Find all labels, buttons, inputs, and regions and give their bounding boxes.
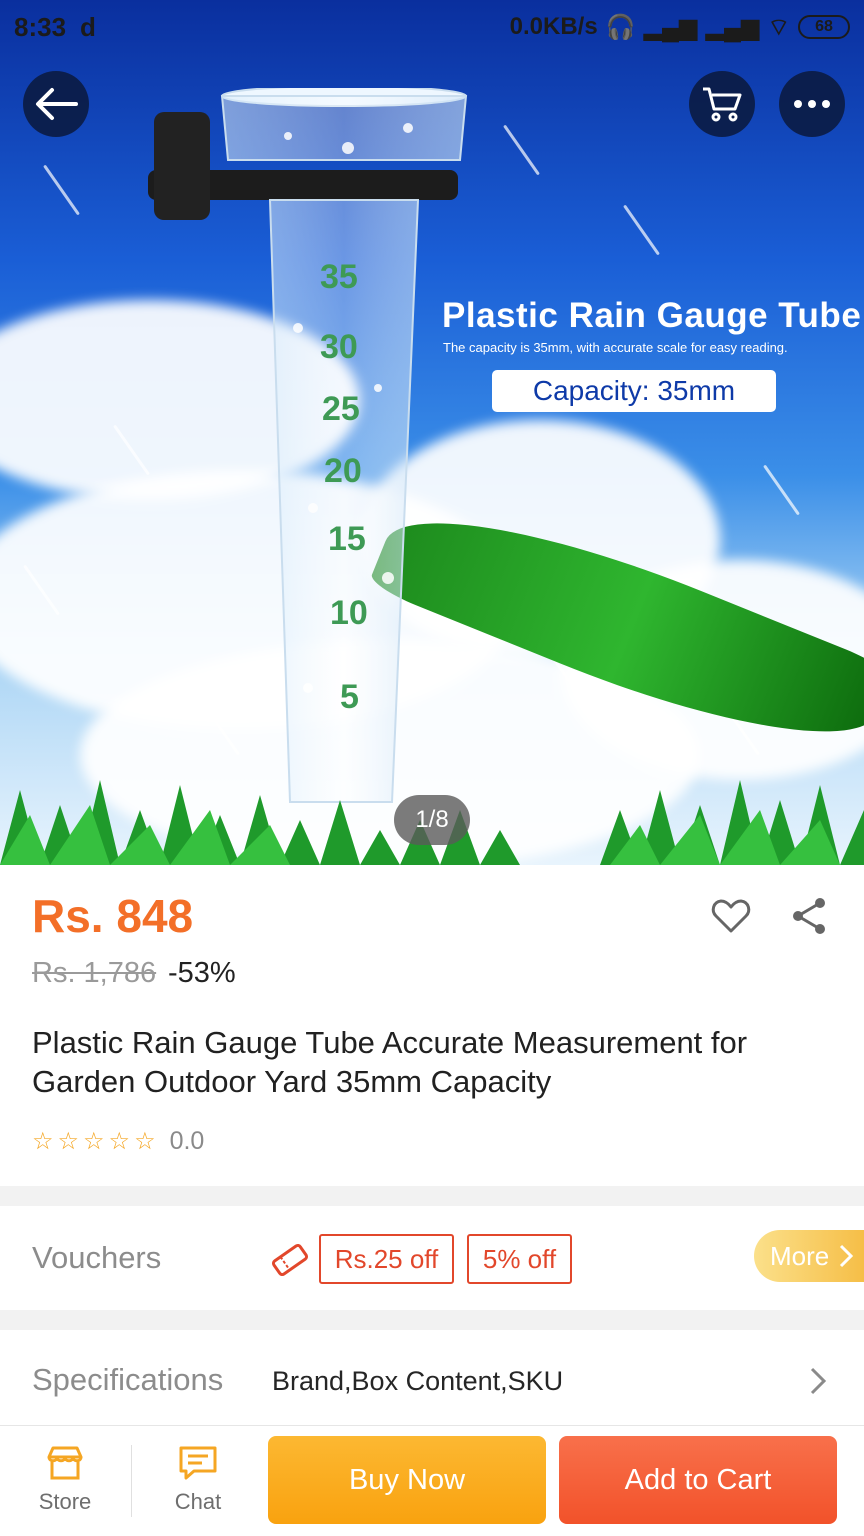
vertical-divider bbox=[131, 1445, 132, 1517]
tube-marking: 15 bbox=[328, 520, 366, 558]
wifi-icon: ⌔ bbox=[767, 14, 790, 41]
back-button[interactable] bbox=[23, 71, 89, 137]
status-bar: 8:33 d 0.0KB/s 🎧 ▂▄▆ ▂▄▆ ⌔ 68 bbox=[0, 0, 864, 54]
signal-icon: ▂▄▆ bbox=[705, 13, 760, 41]
discount: -53% bbox=[168, 957, 236, 989]
rating-value: 0.0 bbox=[169, 1127, 205, 1155]
store-icon bbox=[47, 1446, 83, 1480]
image-counter: 1/8 bbox=[394, 795, 470, 845]
rain-streak bbox=[623, 204, 660, 256]
product-title: Plastic Rain Gauge Tube Accurate Measure… bbox=[32, 1025, 748, 1099]
star-icon: ☆ bbox=[57, 1128, 80, 1155]
signal-icon: ▂▄▆ bbox=[643, 13, 698, 41]
voucher-ticket-icon bbox=[271, 1243, 309, 1277]
heart-icon[interactable] bbox=[710, 895, 752, 937]
cart-button[interactable] bbox=[689, 71, 755, 137]
voucher-rs25[interactable]: Rs.25 off bbox=[319, 1234, 454, 1284]
rain-gauge-tube-image: 35 30 25 20 15 10 5 bbox=[148, 88, 468, 803]
more-button[interactable] bbox=[779, 71, 845, 137]
add-to-cart-button[interactable]: Add to Cart bbox=[559, 1436, 837, 1524]
chevron-right-icon bbox=[810, 1367, 827, 1395]
buy-now-button[interactable]: Buy Now bbox=[268, 1436, 546, 1524]
cart-icon bbox=[703, 87, 742, 122]
star-icon: ☆ bbox=[108, 1128, 131, 1155]
voucher-5pct[interactable]: 5% off bbox=[467, 1234, 572, 1284]
star-icon: ☆ bbox=[83, 1128, 105, 1155]
tube-marking: 10 bbox=[330, 594, 368, 632]
rain-streak bbox=[763, 464, 800, 516]
chat-icon bbox=[179, 1446, 217, 1480]
section-divider bbox=[0, 1186, 864, 1206]
chat-button[interactable]: Chat bbox=[148, 1445, 248, 1515]
bottom-action-bar: Store Chat Buy Now Add to Cart bbox=[0, 1427, 864, 1536]
specifications-label: Specifications bbox=[32, 1362, 224, 1397]
promo-title: Plastic Rain Gauge Tube bbox=[442, 296, 862, 335]
store-button[interactable]: Store bbox=[15, 1445, 115, 1515]
chevron-right-icon bbox=[840, 1244, 854, 1268]
rain-streak bbox=[43, 164, 80, 216]
more-vouchers-button[interactable]: More bbox=[754, 1230, 864, 1282]
tube-marking: 25 bbox=[322, 390, 360, 428]
product-page: 35 30 25 20 15 10 5 8:33 d 0.0KB/s 🎧 ▂▄▆… bbox=[0, 0, 864, 1536]
section-divider bbox=[0, 1310, 864, 1330]
battery-icon: 68 bbox=[798, 15, 850, 39]
tube-marking: 5 bbox=[340, 678, 359, 716]
star-icon: ☆ bbox=[32, 1128, 54, 1155]
store-label: Store bbox=[38, 1489, 92, 1514]
vouchers-label: Vouchers bbox=[32, 1240, 162, 1275]
share-icon[interactable] bbox=[788, 895, 830, 937]
vouchers-row[interactable]: Vouchers Rs.25 off 5% off More bbox=[0, 1206, 864, 1310]
tube-marking: 20 bbox=[324, 452, 362, 490]
carrier-icon: d bbox=[80, 11, 96, 42]
tube-marking: 30 bbox=[320, 328, 358, 366]
price: Rs. 848 bbox=[32, 890, 194, 942]
chat-label: Chat bbox=[174, 1489, 222, 1514]
product-info: Rs. 848 Rs. 1,786 -53% Plastic Rain Gaug… bbox=[0, 865, 864, 1185]
specifications-value: Brand,Box Content,SKU bbox=[272, 1366, 564, 1396]
tube-marking: 35 bbox=[320, 258, 358, 296]
network-speed: 0.0KB/s bbox=[509, 13, 598, 40]
specifications-row[interactable]: Specifications Brand,Box Content,SKU bbox=[0, 1330, 864, 1426]
product-image-gallery[interactable]: 35 30 25 20 15 10 5 8:33 d 0.0KB/s 🎧 ▂▄▆… bbox=[0, 0, 864, 865]
more-dots-icon bbox=[794, 100, 830, 108]
arrow-left-icon bbox=[36, 88, 78, 120]
original-price: Rs. 1,786 bbox=[32, 957, 157, 989]
rating[interactable]: ☆ ☆ ☆ ☆ ☆ 0.0 bbox=[32, 1127, 204, 1156]
status-time: 8:33 bbox=[14, 11, 67, 42]
battery-level: 68 bbox=[815, 18, 833, 35]
rain-streak bbox=[503, 124, 540, 176]
star-icon: ☆ bbox=[134, 1128, 156, 1155]
more-label: More bbox=[770, 1240, 830, 1271]
promo-badge: Capacity: 35mm bbox=[492, 370, 776, 412]
headset-icon: 🎧 bbox=[605, 13, 636, 41]
promo-subtitle: The capacity is 35mm, with accurate scal… bbox=[443, 340, 788, 355]
